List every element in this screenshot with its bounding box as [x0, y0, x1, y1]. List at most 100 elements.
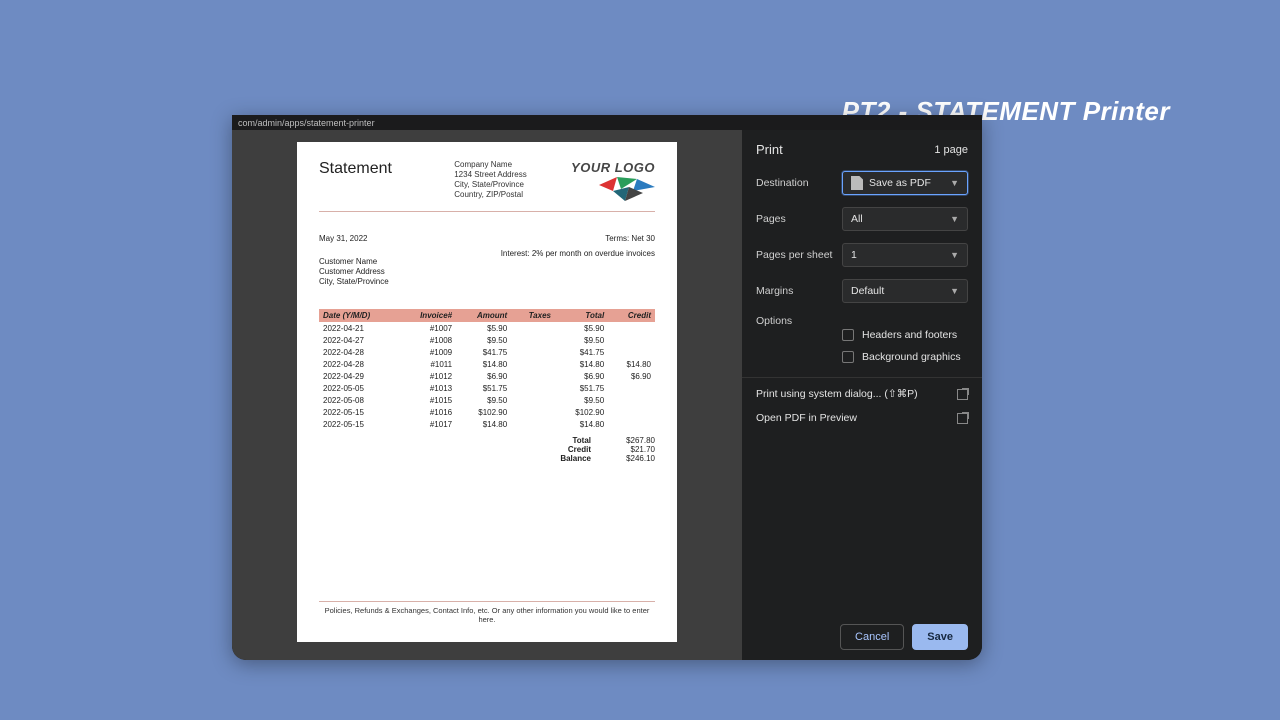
cancel-button[interactable]: Cancel: [840, 624, 904, 650]
chevron-down-icon: ▼: [950, 250, 959, 260]
margins-select[interactable]: Default ▼: [842, 279, 968, 303]
margins-label: Margins: [756, 285, 836, 297]
table-cell: #1015: [398, 394, 456, 406]
total-value: $267.80: [609, 436, 655, 445]
pages-select[interactable]: All ▼: [842, 207, 968, 231]
table-cell: $41.75: [555, 346, 608, 358]
company-country: Country, ZIP/Postal: [454, 190, 527, 200]
background-graphics-checkbox[interactable]: [842, 351, 854, 363]
separator: [742, 377, 982, 378]
table-row: 2022-04-28#1009$41.75$41.75: [319, 346, 655, 358]
logo-block: YOUR LOGO: [571, 160, 655, 203]
table-cell: $41.75: [456, 346, 511, 358]
balance-value: $246.10: [609, 454, 655, 463]
table-cell: $51.75: [456, 382, 511, 394]
customer-name: Customer Name: [319, 257, 389, 267]
pdf-icon: [851, 176, 863, 190]
table-cell: [608, 334, 655, 346]
table-cell: #1016: [398, 406, 456, 418]
table-cell: $102.90: [456, 406, 511, 418]
balance-label: Balance: [551, 454, 591, 463]
table-header: Date (Y/M/D): [319, 309, 398, 322]
customer-citystate: City, State/Province: [319, 277, 389, 287]
external-link-icon: [957, 389, 968, 400]
table-cell: $5.90: [555, 322, 608, 334]
table-cell: [511, 394, 555, 406]
chevron-down-icon: ▼: [950, 214, 959, 224]
table-cell: $6.90: [608, 370, 655, 382]
background-graphics-label: Background graphics: [862, 351, 961, 363]
invoice-table: Date (Y/M/D)Invoice#AmountTaxesTotalCred…: [319, 309, 655, 430]
print-dialog-window: com/admin/apps/statement-printer Stateme…: [232, 115, 982, 660]
print-preview-area: Statement Company Name 1234 Street Addre…: [232, 130, 742, 660]
pages-value: All: [851, 213, 863, 225]
table-row: 2022-05-05#1013$51.75$51.75: [319, 382, 655, 394]
table-cell: #1008: [398, 334, 456, 346]
page-count: 1 page: [934, 144, 968, 156]
company-citystate: City, State/Province: [454, 180, 527, 190]
system-dialog-link[interactable]: Print using system dialog... (⇧⌘P): [756, 388, 968, 400]
chevron-down-icon: ▼: [950, 286, 959, 296]
table-cell: [608, 346, 655, 358]
table-cell: $14.80: [608, 358, 655, 370]
table-header: Amount: [456, 309, 511, 322]
table-cell: $9.50: [456, 394, 511, 406]
table-cell: $9.50: [555, 394, 608, 406]
logo-icon: [599, 177, 655, 201]
table-cell: [511, 382, 555, 394]
chevron-down-icon: ▼: [950, 178, 959, 188]
table-cell: [511, 334, 555, 346]
table-row: 2022-04-27#1008$9.50$9.50: [319, 334, 655, 346]
statement-footer: Policies, Refunds & Exchanges, Contact I…: [319, 601, 655, 624]
table-row: 2022-04-28#1011$14.80$14.80$14.80: [319, 358, 655, 370]
table-cell: $9.50: [456, 334, 511, 346]
table-cell: 2022-04-27: [319, 334, 398, 346]
statement-date: May 31, 2022: [319, 234, 367, 243]
table-cell: [608, 418, 655, 430]
destination-select[interactable]: Save as PDF ▼: [842, 171, 968, 195]
table-cell: [608, 394, 655, 406]
table-header: Credit: [608, 309, 655, 322]
table-cell: #1017: [398, 418, 456, 430]
table-cell: $14.80: [456, 418, 511, 430]
company-name: Company Name: [454, 160, 527, 170]
open-pdf-label: Open PDF in Preview: [756, 412, 857, 424]
table-header: Total: [555, 309, 608, 322]
pages-label: Pages: [756, 213, 836, 225]
table-cell: [511, 370, 555, 382]
save-button[interactable]: Save: [912, 624, 968, 650]
table-cell: #1011: [398, 358, 456, 370]
headers-footers-checkbox[interactable]: [842, 329, 854, 341]
table-cell: $102.90: [555, 406, 608, 418]
table-row: 2022-04-29#1012$6.90$6.90$6.90: [319, 370, 655, 382]
table-cell: $6.90: [555, 370, 608, 382]
statement-page: Statement Company Name 1234 Street Addre…: [297, 142, 677, 642]
options-label: Options: [756, 315, 836, 327]
table-cell: [511, 358, 555, 370]
credit-label: Credit: [551, 445, 591, 454]
total-label: Total: [551, 436, 591, 445]
totals-block: Total$267.80 Credit$21.70 Balance$246.10: [319, 436, 655, 463]
table-cell: 2022-04-21: [319, 322, 398, 334]
table-cell: 2022-05-15: [319, 406, 398, 418]
customer-block: Customer Name Customer Address City, Sta…: [319, 257, 389, 287]
pps-select[interactable]: 1 ▼: [842, 243, 968, 267]
headers-footers-label: Headers and footers: [862, 329, 957, 341]
statement-terms: Terms: Net 30: [605, 234, 655, 243]
table-cell: 2022-04-28: [319, 346, 398, 358]
pps-value: 1: [851, 249, 857, 261]
table-cell: #1012: [398, 370, 456, 382]
statement-interest: Interest: 2% per month on overdue invoic…: [501, 249, 655, 287]
destination-value: Save as PDF: [869, 177, 931, 189]
url-fragment: com/admin/apps/statement-printer: [232, 115, 982, 130]
table-cell: #1009: [398, 346, 456, 358]
open-pdf-link[interactable]: Open PDF in Preview: [756, 412, 968, 424]
statement-title: Statement: [319, 160, 392, 178]
table-row: 2022-05-15#1016$102.90$102.90: [319, 406, 655, 418]
table-cell: 2022-05-15: [319, 418, 398, 430]
table-header: Taxes: [511, 309, 555, 322]
table-cell: 2022-04-29: [319, 370, 398, 382]
customer-addr: Customer Address: [319, 267, 389, 277]
logo-text: YOUR LOGO: [571, 160, 655, 175]
table-cell: $14.80: [555, 418, 608, 430]
